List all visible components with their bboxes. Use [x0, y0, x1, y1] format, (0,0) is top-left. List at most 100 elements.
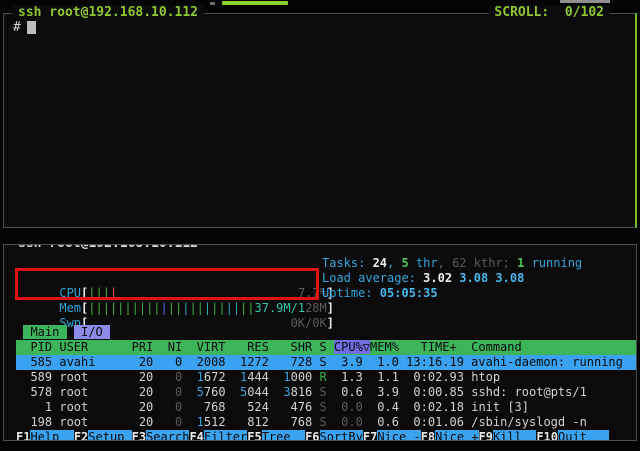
fkey-help[interactable]: Help — [30, 430, 73, 441]
text-segment: Tasks: — [322, 256, 373, 270]
fkey-f4: F4 — [189, 430, 203, 441]
htop-tabs: Main I/O — [16, 325, 636, 340]
sort-column-cpu[interactable]: CPU%▽ — [334, 340, 370, 354]
fkey-f8: F8 — [421, 430, 435, 441]
swap-meter: Uptime: 05:05:35 Swp[ 0K/0K] — [16, 286, 636, 301]
tab-io[interactable]: I/O — [74, 325, 110, 339]
text-segment: 05:05:35 — [380, 286, 438, 300]
fkey-tree[interactable]: Tree — [262, 430, 305, 441]
text-segment: 000 — [291, 370, 320, 384]
fkey-f3: F3 — [132, 430, 146, 441]
function-key-bar: F1Help F2Setup F3SearchF4FilterF5Tree F6… — [16, 430, 636, 441]
process-row[interactable]: 198 root 20 0 1512 812 768 S 0.0 0.6 0:0… — [16, 415, 636, 430]
text-segment: 672 — [204, 370, 240, 384]
process-row[interactable]: 589 root 20 0 1672 1444 1000 R 1.3 1.1 0… — [16, 370, 636, 385]
text-segment: 3.08 — [495, 271, 524, 285]
text-segment: 0.0 — [341, 415, 363, 429]
top-edge-gray-dot — [210, 2, 215, 5]
fkey-nice-plus[interactable]: Nice + — [435, 430, 478, 441]
text-segment: 760 — [204, 385, 240, 399]
terminal-cursor — [27, 21, 36, 34]
text-segment: 0.6 3.9 0:00.85 sshd: root@pts/1 — [327, 385, 587, 399]
text-segment: 0.0 — [341, 400, 363, 414]
text-segment: 768 524 476 — [182, 400, 319, 414]
cpu-meter: Tasks: 24, 5 thr, 62 kthr; 1 running CPU… — [16, 256, 636, 271]
fkey-f5: F5 — [247, 430, 261, 441]
fkey-f2: F2 — [74, 430, 88, 441]
text-segment: S — [320, 385, 327, 399]
pane-title-bottom: ssh root@192.168.10.112 — [12, 244, 204, 252]
fkey-nice-minus[interactable]: Nice - — [377, 430, 420, 441]
text-segment: 198 root 20 — [16, 415, 175, 429]
text-segment: Uptime: — [322, 286, 380, 300]
text-segment: MEM% TIME+ Command — [370, 340, 522, 354]
scroll-indicator: SCROLL: 0/102 — [489, 5, 609, 21]
tasks-stat: Tasks: 24, 5 thr, 62 kthr; 1 running — [322, 256, 582, 271]
text-segment: 0.6 0:01.06 /sbin/syslogd -n — [363, 415, 587, 429]
text-segment: 1 root 20 — [16, 400, 175, 414]
fkey-quit[interactable]: Quit — [558, 430, 609, 441]
shell-prompt: # — [13, 20, 21, 35]
top-edge-gray-strip — [560, 0, 610, 3]
text-segment — [182, 370, 196, 384]
text-segment: , — [387, 256, 401, 270]
process-row[interactable]: 585 avahi 20 0 2008 1272 728 S 3.9 1.0 1… — [16, 355, 636, 370]
text-segment: running — [524, 256, 582, 270]
shell-prompt-line[interactable]: # — [13, 20, 635, 35]
text-segment: 0.4 0:02.18 init [3] — [363, 400, 529, 414]
text-segment: 589 root 20 — [16, 370, 175, 384]
htop-screen: Tasks: 24, 5 thr, 62 kthr; 1 running CPU… — [4, 256, 636, 441]
tab-main[interactable]: Main — [23, 325, 66, 339]
pane-title-top: ssh root@192.168.10.112 — [12, 5, 204, 21]
text-segment: 1 — [283, 370, 290, 384]
text-segment: 578 root 20 — [16, 385, 175, 399]
fkey-f6: F6 — [305, 430, 319, 441]
mem-meter: Load average: 3.02 3.08 3.08 Mem[|||||||… — [16, 271, 636, 286]
text-segment: 1 — [197, 415, 204, 429]
text-segment: Load average: — [322, 271, 423, 285]
text-segment — [67, 325, 74, 339]
text-segment: 512 812 768 — [204, 415, 320, 429]
terminal-pane-bottom[interactable]: ssh root@192.168.10.112 Tasks: 24, 5 thr… — [3, 244, 637, 441]
fkey-search[interactable]: Search — [146, 430, 189, 441]
text-segment — [182, 415, 196, 429]
fkey-kill[interactable]: Kill — [493, 430, 536, 441]
load-average-stat: Load average: 3.02 3.08 3.08 — [322, 271, 524, 286]
text-segment: 1 — [197, 370, 204, 384]
fkey-f1: F1 — [16, 430, 30, 441]
text-segment — [182, 385, 196, 399]
text-segment: 24 — [373, 256, 387, 270]
text-segment: S — [319, 400, 326, 414]
process-row[interactable]: 578 root 20 0 5760 5044 3816 S 0.6 3.9 0… — [16, 385, 636, 400]
fkey-sortby[interactable]: SortBy — [320, 430, 363, 441]
text-segment: R — [320, 370, 327, 384]
text-segment: 3 — [283, 385, 290, 399]
text-segment — [327, 400, 341, 414]
fkey-f9: F9 — [479, 430, 493, 441]
text-segment: 444 — [247, 370, 283, 384]
text-segment: 044 — [247, 385, 283, 399]
text-segment: thr — [409, 256, 438, 270]
text-segment: 5 — [401, 256, 408, 270]
fkey-f10: F10 — [536, 430, 558, 441]
text-segment: 816 — [291, 385, 320, 399]
spacer-line — [16, 301, 636, 325]
text-segment: 3.08 — [459, 271, 495, 285]
text-segment: 5 — [197, 385, 204, 399]
text-segment: S — [319, 415, 326, 429]
table-header[interactable]: PID USER PRI NI VIRT RES SHR S CPU%▽MEM%… — [16, 340, 636, 355]
text-segment: 585 avahi 20 0 2008 1272 728 S 3.9 1.0 1… — [16, 355, 623, 369]
text-segment: , 62 kthr; — [438, 256, 517, 270]
process-row[interactable]: 1 root 20 0 768 524 476 S 0.0 0.4 0:02.1… — [16, 400, 636, 415]
uptime-stat: Uptime: 05:05:35 — [322, 286, 438, 301]
text-segment: 3.02 — [423, 271, 459, 285]
terminal-pane-top[interactable]: ssh root@192.168.10.112 SCROLL: 0/102 # — [3, 13, 637, 228]
fkey-f7: F7 — [363, 430, 377, 441]
top-edge-green-strip — [222, 1, 288, 5]
screenshot-root: { "colors": { "pane_title_green": "#8fc8… — [0, 0, 640, 451]
text-segment: PID USER PRI NI VIRT RES SHR S — [16, 340, 334, 354]
text-segment: 1.3 1.1 0:02.93 htop — [327, 370, 500, 384]
text-segment — [327, 415, 341, 429]
fkey-setup[interactable]: Setup — [88, 430, 131, 441]
fkey-filter[interactable]: Filter — [204, 430, 247, 441]
